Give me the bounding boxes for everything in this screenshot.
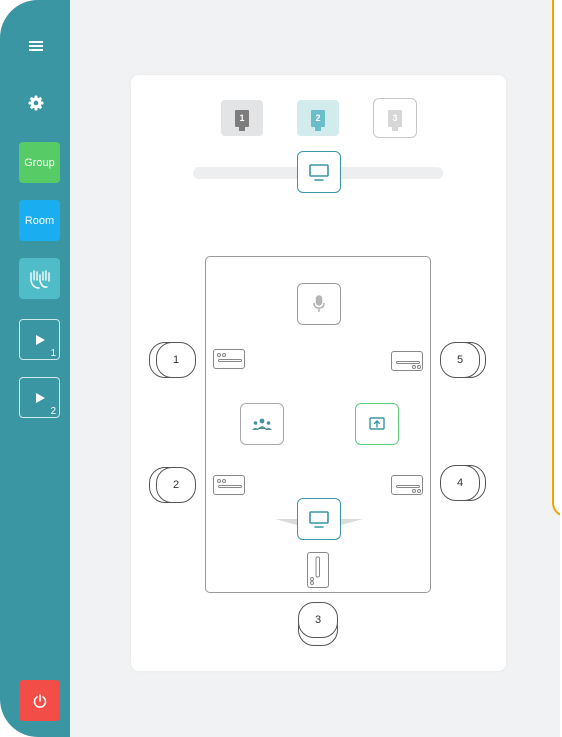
play-icon bbox=[35, 334, 45, 345]
thermostat-icon[interactable] bbox=[307, 552, 329, 588]
app-frame: Group Room 1 2 1 2 3 1 2 5 4 3 bbox=[0, 0, 560, 737]
raise-hands-button[interactable] bbox=[19, 258, 60, 299]
microphone-icon bbox=[313, 295, 325, 312]
seat-2-switch[interactable] bbox=[213, 475, 245, 495]
power-button[interactable] bbox=[19, 680, 60, 721]
room-display-button[interactable] bbox=[297, 498, 341, 540]
play-button-1[interactable]: 1 bbox=[19, 319, 60, 360]
power-icon bbox=[33, 693, 46, 708]
screen-share-icon bbox=[369, 417, 385, 430]
side-panel-edge bbox=[552, 0, 560, 517]
screen-share-button[interactable] bbox=[355, 403, 399, 445]
participants-button[interactable] bbox=[240, 403, 284, 445]
tv-icon bbox=[309, 511, 329, 528]
microphone-button[interactable] bbox=[297, 283, 341, 325]
seat-4[interactable]: 4 bbox=[440, 465, 480, 501]
room-button[interactable]: Room bbox=[19, 200, 60, 241]
monitor-1-label: 1 bbox=[235, 109, 249, 131]
play-icon bbox=[35, 392, 45, 403]
seat-1[interactable]: 1 bbox=[156, 342, 196, 378]
seat-2-label: 2 bbox=[172, 479, 180, 491]
group-button-label: Group bbox=[24, 156, 55, 169]
menu-icon[interactable] bbox=[26, 38, 46, 54]
monitor-3-button[interactable]: 3 bbox=[373, 98, 417, 138]
seat-4-switch[interactable] bbox=[391, 475, 423, 495]
display-wedge-left bbox=[275, 519, 297, 525]
group-button[interactable]: Group bbox=[19, 142, 60, 183]
room-button-label: Room bbox=[24, 214, 55, 227]
seat-5-label: 5 bbox=[456, 354, 464, 366]
seat-1-switch[interactable] bbox=[213, 349, 245, 369]
seat-4-label: 4 bbox=[456, 477, 464, 489]
group-people-icon bbox=[252, 418, 272, 430]
tv-icon bbox=[309, 164, 329, 181]
seat-3-label: 3 bbox=[314, 614, 322, 626]
seat-5-switch[interactable] bbox=[391, 351, 423, 371]
seat-5[interactable]: 5 bbox=[440, 342, 480, 378]
monitor-2-label: 2 bbox=[311, 109, 325, 131]
sidebar: Group Room 1 2 bbox=[0, 0, 70, 737]
monitor-2-button[interactable]: 2 bbox=[297, 100, 339, 136]
seat-3[interactable]: 3 bbox=[298, 602, 338, 638]
gear-icon[interactable] bbox=[26, 93, 46, 113]
play-button-2[interactable]: 2 bbox=[19, 377, 60, 418]
seat-1-label: 1 bbox=[172, 354, 180, 366]
play-button-1-index: 1 bbox=[50, 348, 56, 359]
play-button-2-index: 2 bbox=[50, 406, 56, 417]
main-display-button[interactable] bbox=[297, 151, 341, 193]
monitor-1-button[interactable]: 1 bbox=[221, 100, 263, 136]
display-wedge-right bbox=[341, 519, 363, 525]
monitor-3-label: 3 bbox=[388, 109, 402, 131]
raised-hands-icon bbox=[29, 269, 50, 289]
seat-2[interactable]: 2 bbox=[156, 467, 196, 503]
